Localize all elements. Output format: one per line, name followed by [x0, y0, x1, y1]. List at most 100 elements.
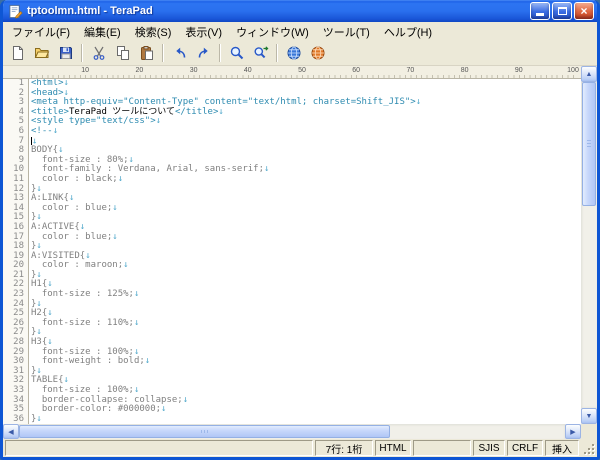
open-file-button[interactable]: [30, 42, 53, 64]
horizontal-scroll-thumb[interactable]: [19, 425, 391, 438]
linebreak-mark: ↓: [155, 116, 162, 127]
scroll-down-icon: ▼: [585, 412, 593, 420]
horizontal-scrollbar[interactable]: ◀ ▶: [3, 424, 581, 439]
menu-item-edit[interactable]: 編集(E): [77, 22, 128, 42]
cut-button[interactable]: [87, 42, 110, 64]
line-number: 7: [3, 136, 29, 147]
linebreak-mark: ↓: [47, 337, 53, 348]
blue-globe-icon: [286, 45, 302, 61]
line-text: font-size : 110%;↓: [31, 317, 140, 328]
status-line-ending: CRLF: [507, 440, 543, 456]
scroll-down-button[interactable]: ▼: [581, 408, 597, 424]
editor-line-30[interactable]: 30 font-weight : bold;↓: [3, 356, 581, 367]
linebreak-mark: ↓: [161, 404, 167, 415]
find-next-button[interactable]: [249, 42, 272, 64]
editor-line-36[interactable]: 36}↓: [3, 413, 581, 424]
editor-line-20[interactable]: 20 color : maroon;↓: [3, 260, 581, 271]
menu-item-tool[interactable]: ツール(T): [316, 22, 377, 42]
line-text: color : blue;↓: [31, 231, 118, 242]
editor-line-24[interactable]: 24}↓: [3, 298, 581, 310]
editor-line-17[interactable]: 17 color : blue;↓: [3, 231, 581, 243]
linebreak-mark: ↓: [58, 145, 64, 156]
orange-globe-icon: [310, 45, 326, 61]
scroll-left-icon: ◀: [8, 428, 14, 436]
linebreak-mark: ↓: [218, 106, 224, 117]
linebreak-mark: ↓: [415, 97, 422, 108]
vertical-scrollbar[interactable]: ▲ ▼: [581, 66, 597, 424]
status-encoding: SJIS: [473, 440, 505, 456]
line-text: font-size : 125%;↓: [31, 289, 140, 300]
editor-line-21[interactable]: 21}↓: [3, 270, 581, 281]
line-number: 4: [3, 107, 29, 118]
menu-item-help[interactable]: ヘルプ(H): [377, 22, 439, 42]
maximize-button[interactable]: [552, 2, 572, 20]
editor-line-23[interactable]: 23 font-size : 125%;↓: [3, 289, 581, 300]
line-number: 1: [3, 79, 29, 89]
redo-button[interactable]: [192, 42, 215, 64]
ruler-tick-50: 50: [298, 67, 306, 74]
scroll-left-button[interactable]: ◀: [3, 424, 19, 439]
vertical-scroll-track[interactable]: [581, 82, 597, 408]
status-input-mode: 挿入: [545, 440, 579, 456]
line-text: color : black;↓: [31, 173, 124, 184]
line-text: border-color: #000000;↓: [31, 404, 167, 415]
editor-line-12[interactable]: 12}↓: [3, 184, 581, 195]
paste-icon: [139, 45, 155, 61]
editor-line-26[interactable]: 26 font-size : 110%;↓: [3, 317, 581, 329]
editor-line-1[interactable]: 1 <html>↓: [3, 79, 581, 89]
menu-item-window[interactable]: ウィンドウ(W): [229, 22, 316, 42]
editor-line-7[interactable]: 7 ↓: [3, 136, 581, 147]
toolbar: [3, 41, 597, 66]
editor-line-6[interactable]: 6 <!--↓: [3, 126, 581, 137]
save-file-button[interactable]: [54, 42, 77, 64]
resize-grip[interactable]: [581, 440, 596, 456]
maximize-icon: [557, 7, 567, 15]
linebreak-mark: ↓: [182, 394, 189, 405]
find-button[interactable]: [225, 42, 248, 64]
editor-line-15[interactable]: 15}↓: [3, 213, 581, 223]
linebreak-mark: ↓: [85, 250, 91, 261]
magnifier-next-icon: [253, 45, 269, 61]
scroll-right-button[interactable]: ▶: [565, 424, 581, 439]
editor-line-35[interactable]: 35 border-color: #000000;↓: [3, 404, 581, 415]
linebreak-mark: ↓: [36, 413, 42, 424]
new-file-button[interactable]: [6, 42, 29, 64]
status-doc-type: HTML: [375, 440, 411, 456]
horizontal-scroll-track[interactable]: [19, 424, 565, 439]
browser-preview-button[interactable]: [282, 42, 305, 64]
editor-line-27[interactable]: 27}↓: [3, 328, 581, 339]
linebreak-mark: ↓: [123, 260, 129, 271]
undo-arrow-icon: [172, 45, 188, 61]
line-number: 8: [3, 146, 29, 156]
linebreak-mark: ↓: [144, 356, 151, 367]
editor-line-31[interactable]: 31}↓: [3, 366, 581, 377]
menu-item-view[interactable]: 表示(V): [178, 22, 229, 42]
menu-item-search[interactable]: 検索(S): [128, 22, 179, 42]
menu-item-file[interactable]: ファイル(F): [5, 22, 77, 42]
linebreak-mark: ↓: [36, 212, 42, 223]
editor-line-11[interactable]: 11 color : black;↓: [3, 173, 581, 185]
linebreak-mark: ↓: [133, 385, 140, 395]
editor-line-14[interactable]: 14 color : blue;↓: [3, 203, 581, 214]
undo-button[interactable]: [168, 42, 191, 64]
linebreak-mark: ↓: [47, 308, 53, 319]
editor-line-5[interactable]: 5 <style type="text/css">↓: [3, 117, 581, 127]
vertical-scroll-thumb[interactable]: [582, 82, 596, 206]
line-text: color : maroon;↓: [31, 260, 129, 271]
ruler-tick-80: 80: [460, 67, 469, 74]
line-number: 3: [3, 98, 29, 108]
scroll-up-button[interactable]: ▲: [581, 66, 597, 82]
web-site-button[interactable]: [306, 42, 329, 64]
close-button[interactable]: ×: [574, 2, 594, 20]
linebreak-mark: ↓: [36, 298, 42, 309]
ruler-tick-70: 70: [406, 67, 415, 74]
paste-button[interactable]: [135, 42, 158, 64]
copy-button[interactable]: [111, 42, 134, 64]
ruler-tick-10: 10: [81, 67, 90, 74]
toolbar-separator: [219, 44, 221, 62]
toolbar-separator: [276, 44, 278, 62]
toolbar-separator: [81, 44, 83, 62]
title-bar[interactable]: tptoolmn.html - TeraPad ×: [3, 0, 597, 22]
minimize-button[interactable]: [530, 2, 550, 20]
editor-text-area[interactable]: 1 <html>↓ 2 <head>↓ 3 <meta http-equiv="Conte…: [3, 79, 581, 424]
